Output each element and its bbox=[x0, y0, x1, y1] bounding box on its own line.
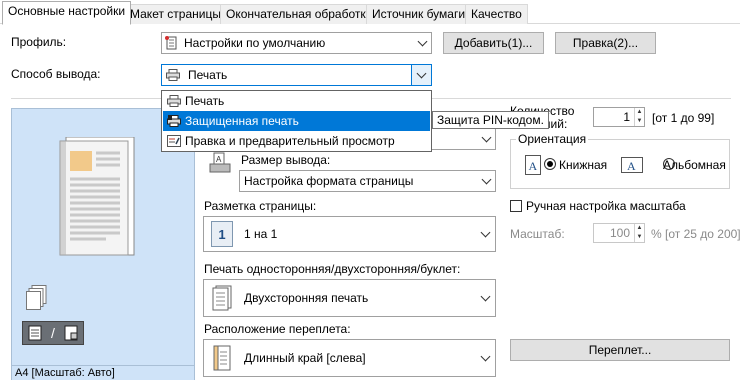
binding-label: Расположение переплета: bbox=[204, 322, 351, 336]
portrait-label: Книжная bbox=[559, 158, 608, 172]
page-view-icon bbox=[28, 325, 42, 341]
portrait-icon: A bbox=[525, 155, 541, 178]
profile-icon bbox=[162, 36, 180, 50]
copies-stepper[interactable]: 1 ▲ ▼ bbox=[593, 107, 645, 127]
page-layout-select[interactable]: 1 1 на 1 bbox=[203, 216, 496, 252]
binding-value: Длинный край [слева] bbox=[244, 351, 366, 365]
manual-scaling-checkbox[interactable] bbox=[510, 200, 522, 212]
preview-caption: A4 [Масштаб: Авто] bbox=[11, 366, 195, 380]
pages-stack-icon bbox=[26, 285, 48, 314]
svg-text:A: A bbox=[216, 155, 222, 164]
tab-page-layout[interactable]: Макет страницы bbox=[124, 4, 227, 24]
output-option-edit-preview[interactable]: Правка и предварительный просмотр bbox=[163, 131, 430, 151]
preview-toggle-button[interactable]: / bbox=[22, 321, 84, 345]
svg-text:A: A bbox=[529, 159, 538, 173]
chevron-down-icon bbox=[413, 33, 431, 53]
spin-down-icon[interactable]: ▼ bbox=[635, 233, 644, 242]
page-layout-icon: 1 bbox=[204, 217, 240, 251]
tab-finishing[interactable]: Окончательная обработка bbox=[220, 4, 379, 24]
portrait-radio[interactable] bbox=[544, 158, 556, 170]
duplex-icon bbox=[204, 280, 240, 316]
output-option-print[interactable]: Печать bbox=[163, 91, 430, 111]
secure-print-tooltip: Защита PIN-кодом. bbox=[432, 111, 549, 129]
duplex-label: Печать односторонняя/двухсторонняя/букле… bbox=[204, 262, 461, 276]
chevron-down-icon[interactable] bbox=[411, 65, 431, 85]
tab-basic-settings[interactable]: Основные настройки bbox=[2, 1, 132, 25]
scale-value[interactable]: 100 bbox=[594, 224, 634, 242]
tab-paper-source[interactable]: Источник бумаги bbox=[366, 4, 472, 24]
paper-size-select[interactable] bbox=[432, 128, 496, 150]
spin-up-icon[interactable]: ▲ bbox=[635, 224, 644, 233]
profile-select[interactable]: Настройки по умолчанию bbox=[161, 32, 432, 54]
output-method-value: Печать bbox=[188, 68, 228, 82]
scale-stepper[interactable]: 100 ▲ ▼ bbox=[593, 223, 645, 243]
output-method-select[interactable]: Печать bbox=[161, 64, 432, 86]
printer-icon bbox=[162, 69, 184, 81]
secure-print-icon bbox=[163, 115, 185, 127]
copies-value[interactable]: 1 bbox=[594, 108, 634, 126]
document-preview-icon bbox=[56, 136, 136, 260]
output-size-icon: A bbox=[209, 152, 231, 177]
output-size-label: Размер вывода: bbox=[241, 153, 331, 167]
edit-preview-icon bbox=[163, 135, 185, 147]
page-layout-label: Разметка страницы: bbox=[204, 199, 317, 213]
binding-edge-icon bbox=[204, 340, 240, 376]
binding-button[interactable]: Переплет... bbox=[510, 339, 730, 361]
landscape-icon: A bbox=[621, 157, 643, 176]
page-layout-value: 1 на 1 bbox=[244, 227, 278, 241]
orientation-title: Ориентация bbox=[516, 132, 589, 146]
duplex-value: Двухсторонняя печать bbox=[244, 291, 369, 305]
scale-range: % [от 25 до 200] bbox=[651, 227, 740, 241]
copies-range: [от 1 до 99] bbox=[652, 111, 715, 125]
duplex-select[interactable]: Двухсторонняя печать bbox=[203, 279, 496, 317]
output-size-value: Настройка формата страницы bbox=[244, 174, 414, 188]
chevron-down-icon bbox=[477, 129, 495, 149]
scale-label: Масштаб: bbox=[510, 227, 565, 241]
tab-quality[interactable]: Качество bbox=[465, 4, 528, 24]
settings-view-icon bbox=[64, 325, 78, 341]
spin-up-icon[interactable]: ▲ bbox=[635, 108, 644, 117]
output-option-secure-print[interactable]: Защищенная печать bbox=[163, 111, 430, 131]
tab-bar: Основные настройки Макет страницы Оконча… bbox=[0, 0, 740, 25]
chevron-down-icon bbox=[477, 171, 495, 191]
landscape-label: Альбомная bbox=[663, 158, 726, 172]
binding-select[interactable]: Длинный край [слева] bbox=[203, 339, 496, 377]
profile-label: Профиль: bbox=[11, 35, 67, 49]
edit-profile-button[interactable]: Правка(2)... bbox=[555, 32, 656, 54]
spin-down-icon[interactable]: ▼ bbox=[635, 117, 644, 126]
svg-text:A: A bbox=[627, 159, 636, 173]
chevron-down-icon bbox=[475, 351, 495, 361]
add-profile-button[interactable]: Добавить(1)... bbox=[443, 32, 544, 54]
chevron-down-icon bbox=[475, 291, 495, 301]
printer-icon bbox=[163, 95, 185, 107]
output-method-label: Способ вывода: bbox=[11, 67, 101, 81]
chevron-down-icon bbox=[475, 227, 495, 237]
manual-scaling-label[interactable]: Ручная настройка масштаба bbox=[526, 199, 686, 213]
profile-value: Настройки по умолчанию bbox=[184, 36, 326, 50]
output-method-dropdown: Печать Защищенная печать Правка и предва… bbox=[161, 90, 432, 152]
output-size-select[interactable]: Настройка формата страницы bbox=[239, 170, 496, 192]
